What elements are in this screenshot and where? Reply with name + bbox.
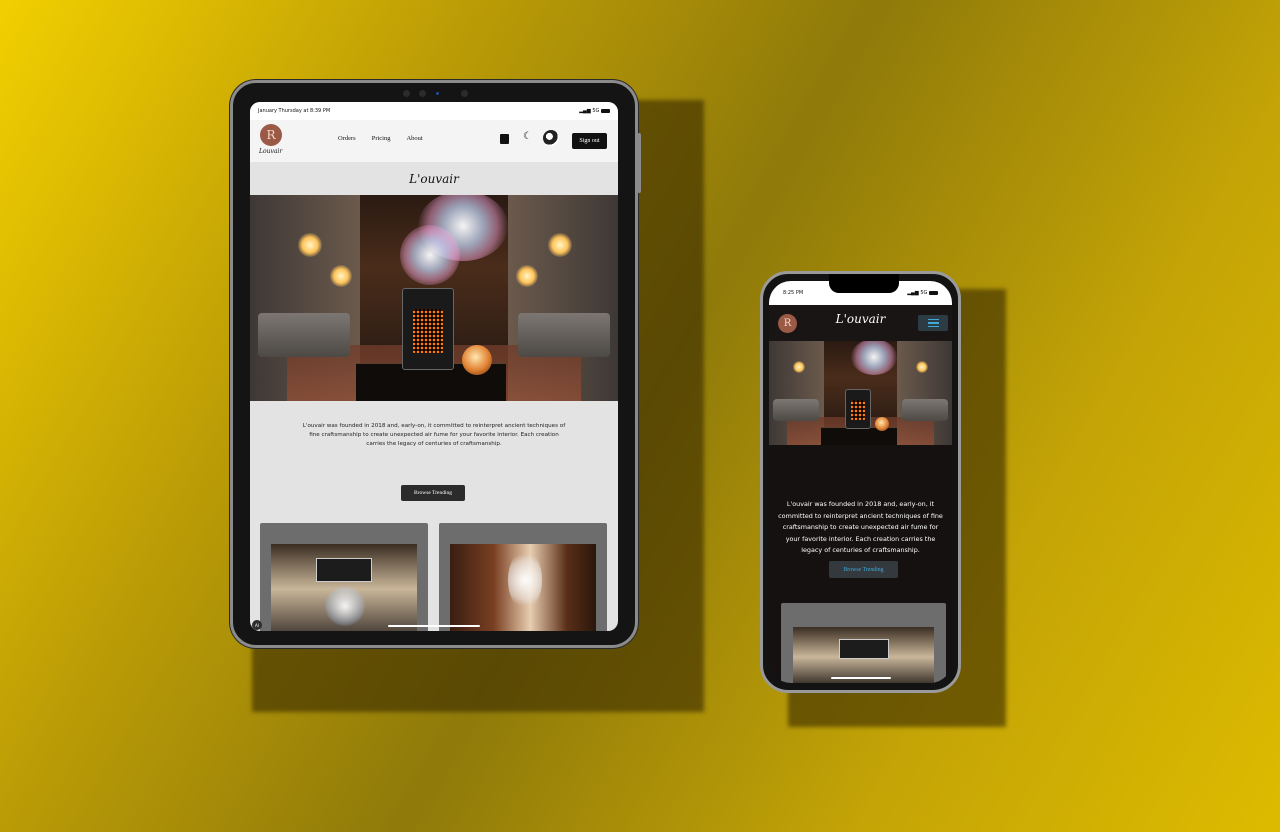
status-time: 8:25 PM [783, 290, 804, 296]
network-label: 5G [592, 108, 600, 114]
network-label: 5G [920, 290, 928, 296]
tablet-side-button [637, 133, 641, 193]
phone-hero-image [769, 341, 952, 445]
browse-trending-button[interactable]: Browse Trending [401, 485, 465, 501]
home-indicator [388, 625, 480, 627]
phone-screen: 8:25 PM ▂▄▆ 5G R L'ouvair L'ouvair was f… [769, 281, 952, 683]
nav-link-orders[interactable]: Orders [338, 135, 356, 142]
hero-title: L'ouvair [409, 172, 459, 186]
shopping-bag-icon[interactable] [500, 134, 509, 144]
tablet-screen: January Thursday at 8:39 PM ▂▄▆ 5G R Lou… [250, 102, 618, 631]
status-time: January Thursday at 8:39 PM [258, 108, 331, 114]
navbar: R Louvair Orders Pricing About ☾ Sign ou… [250, 120, 618, 162]
nav-link-about[interactable]: About [406, 135, 422, 142]
hamburger-menu-icon[interactable] [918, 315, 948, 331]
phone-device: 8:25 PM ▂▄▆ 5G R L'ouvair L'ouvair was f… [760, 271, 961, 693]
brand-description: L'ouvair was founded in 2018 and, early-… [302, 423, 566, 448]
diffuser-device [845, 389, 871, 429]
status-indicators: ▂▄▆ 5G [579, 108, 610, 114]
brand-description: L'ouvair was founded in 2018 and, early-… [778, 500, 943, 555]
nav-links: Orders Pricing About [338, 135, 439, 142]
signal-icon: ▂▄▆ [907, 290, 919, 296]
tablet-device: January Thursday at 8:39 PM ▂▄▆ 5G R Lou… [230, 80, 641, 648]
product-card[interactable] [260, 523, 428, 631]
battery-icon [929, 290, 938, 295]
sign-out-button[interactable]: Sign out [572, 133, 607, 149]
signal-icon: ▂▄▆ [579, 108, 591, 114]
product-card[interactable] [439, 523, 607, 631]
browse-trending-button[interactable]: Browse Trending [829, 561, 898, 578]
logo-icon[interactable]: R [260, 124, 282, 146]
phone-header: R L'ouvair [769, 305, 952, 341]
product-card[interactable] [781, 603, 946, 683]
ai-badge[interactable]: AI [252, 620, 262, 630]
profile-brush-icon[interactable] [543, 130, 559, 146]
hero-image [250, 195, 618, 401]
home-indicator [831, 677, 891, 679]
tablet-camera [403, 90, 471, 98]
logo-text[interactable]: Louvair [259, 148, 282, 155]
tablet-status-bar: January Thursday at 8:39 PM ▂▄▆ 5G [250, 102, 618, 120]
nav-link-pricing[interactable]: Pricing [372, 135, 391, 142]
status-indicators: ▂▄▆ 5G [907, 290, 938, 296]
phone-notch [829, 274, 899, 293]
battery-icon [601, 108, 610, 113]
diffuser-device [402, 288, 454, 370]
moon-icon[interactable]: ☾ [523, 131, 532, 142]
